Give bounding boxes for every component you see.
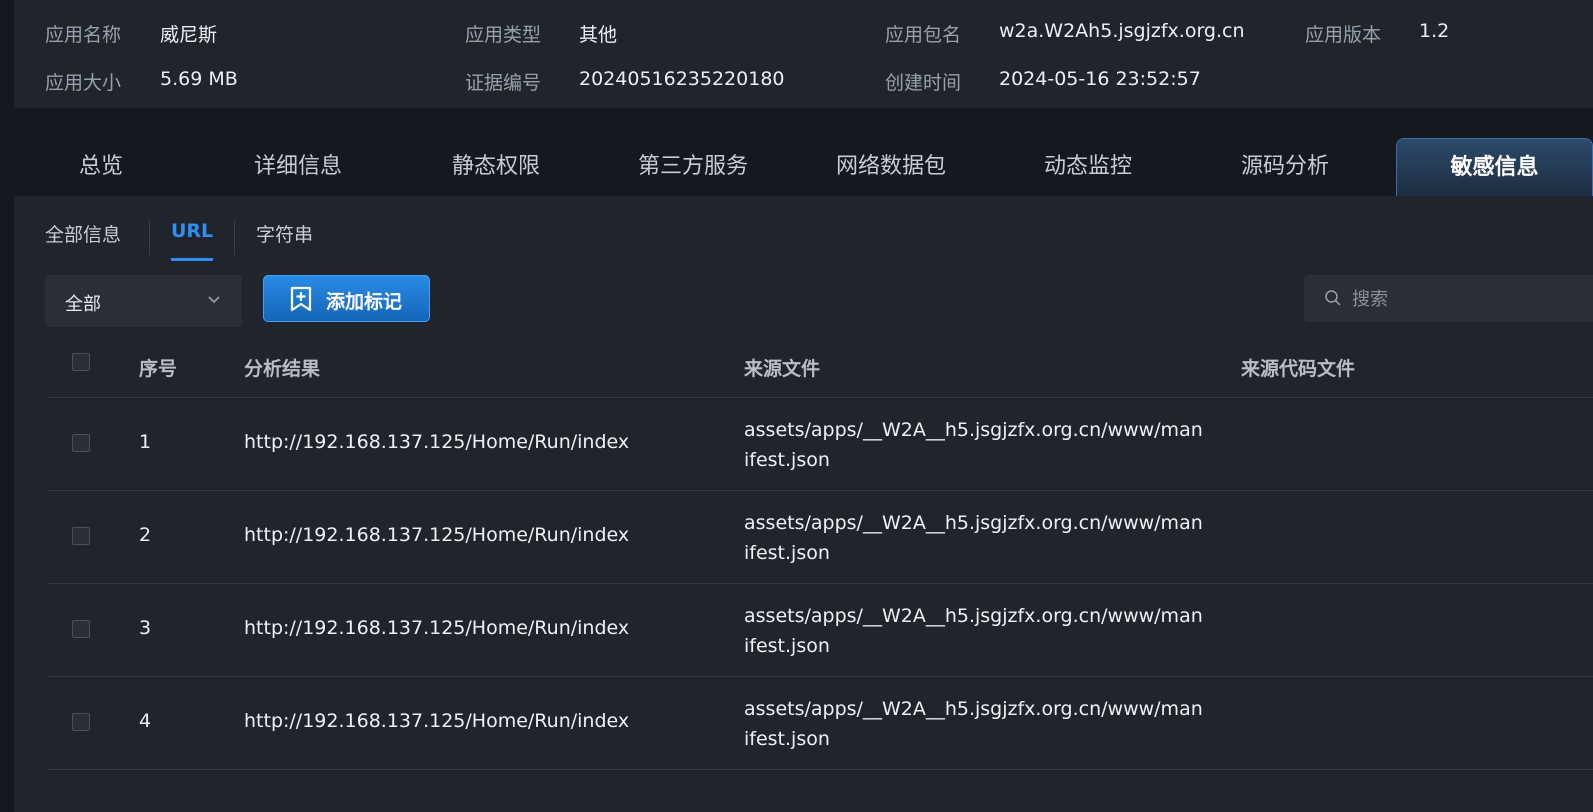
- row-result: http://192.168.137.125/Home/Run/index: [244, 431, 630, 453]
- subtab-all-info[interactable]: 全部信息: [45, 220, 121, 247]
- evidence-number-label: 证据编号: [465, 72, 542, 94]
- app-name-value: 威尼斯: [160, 24, 218, 46]
- row-checkbox[interactable]: [72, 620, 90, 638]
- search-input[interactable]: [1350, 283, 1574, 315]
- header-source-code-file: 来源代码文件: [1241, 358, 1356, 380]
- subtab-strings[interactable]: 字符串: [256, 220, 313, 247]
- row-result: http://192.168.137.125/Home/Run/index: [244, 524, 630, 546]
- row-source-file: assets/apps/__W2A__h5.jsgjzfx.org.cn/www…: [744, 419, 1203, 471]
- tab-dynamic-monitoring[interactable]: 动态监控: [1007, 138, 1169, 196]
- search-box: [1304, 275, 1593, 322]
- header-result: 分析结果: [244, 358, 321, 380]
- main-tabs: 总览 详细信息 静态权限 第三方服务 网络数据包 动态监控 源码分析 敏感信息: [0, 138, 1593, 196]
- row-source-file: assets/apps/__W2A__h5.jsgjzfx.org.cn/www…: [744, 605, 1203, 657]
- subtab-divider: [149, 221, 150, 255]
- filter-select[interactable]: 全部: [45, 275, 242, 327]
- sensitive-info-panel: 全部信息 URL 字符串 全部 添加标记 序号 分析结果 来: [14, 196, 1593, 812]
- table-header: 序号 分析结果 来源文件 来源代码文件: [47, 336, 1593, 398]
- tab-overview[interactable]: 总览: [20, 138, 182, 196]
- app-name-label: 应用名称: [45, 24, 122, 46]
- active-subtab-indicator: [171, 258, 213, 261]
- select-all-checkbox[interactable]: [72, 353, 90, 371]
- add-mark-label: 添加标记: [326, 291, 403, 313]
- tab-sensitive-info[interactable]: 敏感信息: [1396, 138, 1593, 196]
- filter-select-value: 全部: [65, 294, 101, 315]
- row-source-file: assets/apps/__W2A__h5.jsgjzfx.org.cn/www…: [744, 512, 1203, 564]
- row-result: http://192.168.137.125/Home/Run/index: [244, 710, 630, 732]
- tab-third-party-services[interactable]: 第三方服务: [612, 138, 774, 196]
- search-icon: [1324, 289, 1342, 311]
- row-index: 2: [139, 524, 152, 546]
- tab-details[interactable]: 详细信息: [217, 138, 379, 196]
- row-checkbox[interactable]: [72, 527, 90, 545]
- table-row[interactable]: 3 http://192.168.137.125/Home/Run/index …: [47, 584, 1593, 677]
- row-checkbox[interactable]: [72, 713, 90, 731]
- created-time-value: 2024-05-16 23:52:57: [999, 68, 1201, 90]
- tab-static-permissions[interactable]: 静态权限: [415, 138, 577, 196]
- app-type-value: 其他: [579, 24, 618, 46]
- app-version-label: 应用版本: [1305, 24, 1382, 46]
- tab-network-packets[interactable]: 网络数据包: [810, 138, 972, 196]
- table-row[interactable]: 4 http://192.168.137.125/Home/Run/index …: [47, 677, 1593, 770]
- subtab-url[interactable]: URL: [171, 220, 213, 242]
- header-index: 序号: [139, 358, 178, 380]
- bookmark-add-icon: [288, 286, 314, 316]
- row-index: 4: [139, 710, 152, 732]
- app-size-label: 应用大小: [45, 72, 122, 94]
- row-index: 3: [139, 617, 152, 639]
- row-index: 1: [139, 431, 152, 453]
- app-size-value: 5.69 MB: [160, 68, 238, 90]
- app-package-label: 应用包名: [885, 24, 962, 46]
- chevron-down-icon: [206, 291, 222, 311]
- table-row[interactable]: 2 http://192.168.137.125/Home/Run/index …: [47, 491, 1593, 584]
- row-checkbox[interactable]: [72, 434, 90, 452]
- table-row[interactable]: 1 http://192.168.137.125/Home/Run/index …: [47, 398, 1593, 491]
- app-type-label: 应用类型: [465, 24, 542, 46]
- app-info-panel: 应用名称 威尼斯 应用类型 其他 应用包名 w2a.W2Ah5.jsgjzfx.…: [14, 0, 1593, 108]
- subtab-divider: [234, 221, 235, 255]
- results-table: 序号 分析结果 来源文件 来源代码文件 1 http://192.168.137…: [47, 336, 1593, 770]
- tab-source-analysis[interactable]: 源码分析: [1204, 138, 1366, 196]
- row-source-file: assets/apps/__W2A__h5.jsgjzfx.org.cn/www…: [744, 698, 1203, 750]
- created-time-label: 创建时间: [885, 72, 962, 94]
- add-mark-button[interactable]: 添加标记: [263, 275, 430, 322]
- row-result: http://192.168.137.125/Home/Run/index: [244, 617, 630, 639]
- app-version-value: 1.2: [1419, 20, 1450, 42]
- header-source-file: 来源文件: [744, 358, 821, 380]
- app-package-value: w2a.W2Ah5.jsgjzfx.org.cn: [999, 20, 1245, 42]
- evidence-number-value: 20240516235220180: [579, 68, 785, 90]
